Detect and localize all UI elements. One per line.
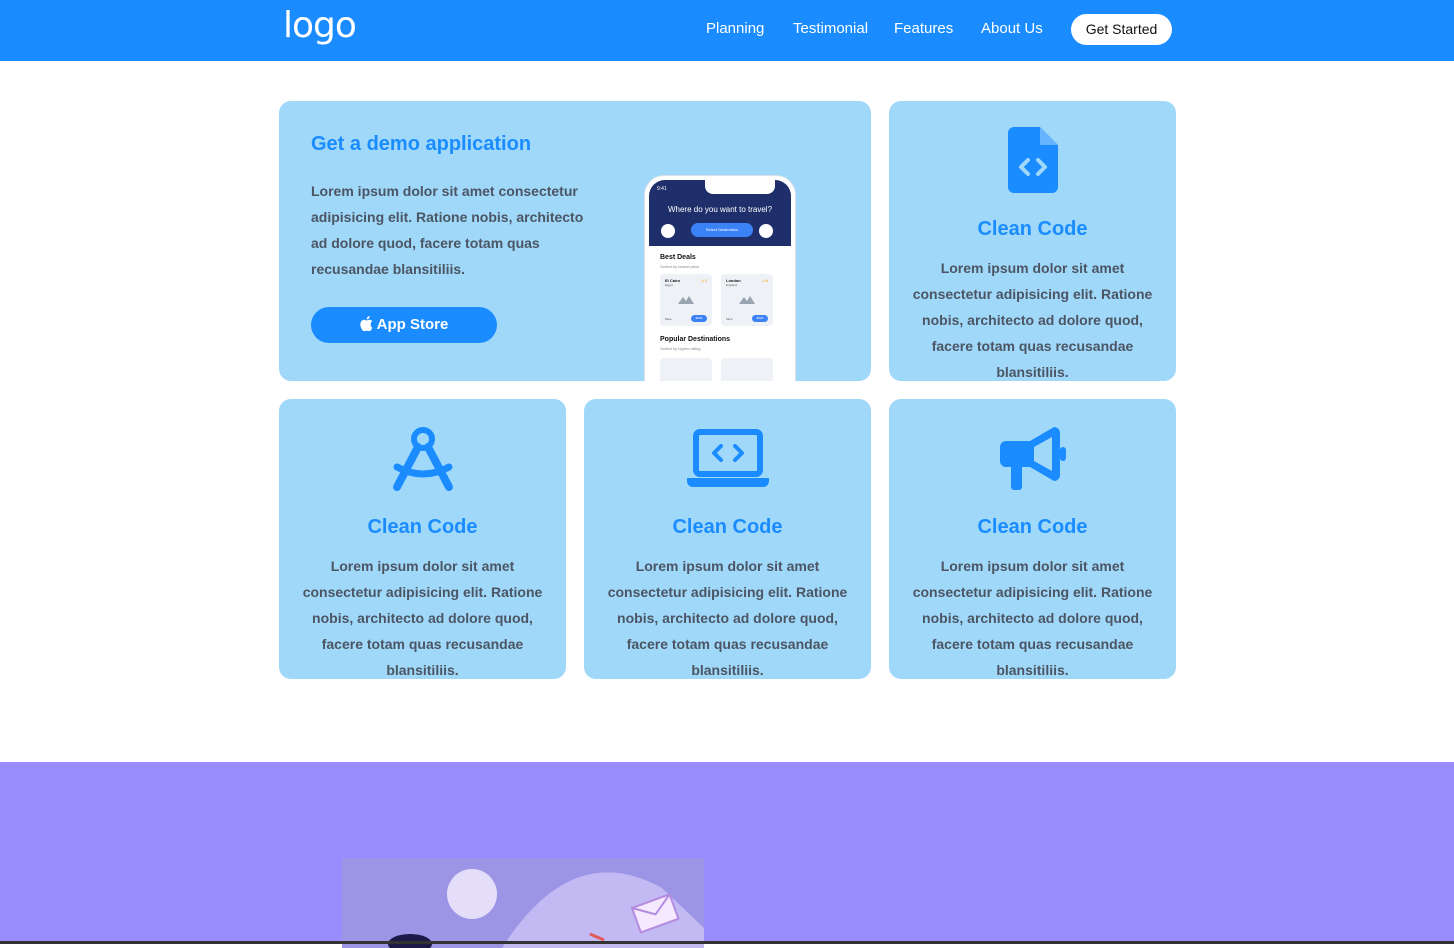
mountain-icon xyxy=(739,296,755,304)
nav-link-features[interactable]: Features xyxy=(894,20,953,38)
top-navbar: logo Planning Testimonial Features About… xyxy=(0,0,1454,61)
feature-card: Clean Code Lorem ipsum dolor sit amet co… xyxy=(889,101,1176,381)
phone-popular: Popular Destinations xyxy=(660,336,731,343)
phone-best-deals-sub: Sorted by lowest price xyxy=(660,264,700,269)
get-started-button[interactable]: Get Started xyxy=(1071,14,1172,45)
phone-menu-icon xyxy=(661,224,675,238)
feature-description: Lorem ipsum dolor sit amet consectetur a… xyxy=(302,558,543,678)
phone-mockup: 9:41 Where do you want to travel? Select… xyxy=(644,175,796,381)
apple-icon xyxy=(359,316,372,332)
mountain-icon xyxy=(678,296,694,304)
app-store-button[interactable]: App Store xyxy=(311,307,497,343)
phone-select-button: Select Destination xyxy=(691,223,753,237)
deal-more: More xyxy=(726,317,733,321)
nav-link-planning[interactable]: Planning xyxy=(706,20,764,38)
deal-more: More xyxy=(665,317,672,321)
megaphone-icon xyxy=(999,427,1066,490)
feature-description: Lorem ipsum dolor sit amet consectetur a… xyxy=(912,558,1153,678)
phone-search-icon xyxy=(759,224,773,238)
demo-app-card: Get a demo application Lorem ipsum dolor… xyxy=(279,101,871,381)
deal-rating: 4.2 xyxy=(701,278,707,283)
deal-price: $520 xyxy=(752,315,768,322)
feature-card: Clean Code Lorem ipsum dolor sit amet co… xyxy=(584,399,871,679)
phone-popular-card xyxy=(660,358,712,381)
deal-rating: 4.6 xyxy=(762,278,768,283)
feature-title: Clean Code xyxy=(977,218,1088,240)
laptop-code-icon xyxy=(686,429,769,487)
feature-title: Clean Code xyxy=(367,516,478,538)
purple-section xyxy=(0,762,1454,948)
feature-title: Clean Code xyxy=(977,516,1088,538)
logo[interactable]: logo xyxy=(283,4,357,48)
deal-price: $340 xyxy=(691,315,707,322)
nav-link-testimonial[interactable]: Testimonial xyxy=(793,20,868,38)
feature-card: Clean Code Lorem ipsum dolor sit amet co… xyxy=(279,399,566,679)
feature-description: Lorem ipsum dolor sit amet consectetur a… xyxy=(912,260,1153,380)
phone-best-deals: Best Deals xyxy=(660,254,696,261)
phone-question: Where do you want to travel? xyxy=(667,205,773,214)
demo-description: Lorem ipsum dolor sit amet consectetur a… xyxy=(311,183,584,277)
contact-illustration xyxy=(342,858,704,948)
feature-title: Clean Code xyxy=(672,516,783,538)
phone-deal-card: London England 4.6 More $520 xyxy=(721,274,773,326)
demo-title: Get a demo application xyxy=(311,133,532,155)
phone-time: 9:41 xyxy=(657,186,667,192)
phone-popular-card xyxy=(721,358,773,381)
deal-country: Egypt xyxy=(665,283,673,287)
envelope-illustration xyxy=(388,869,704,948)
phone-popular-sub: Sorted by higher rating xyxy=(660,346,701,351)
nav-link-about-us[interactable]: About Us xyxy=(981,20,1043,38)
app-store-label: App Store xyxy=(376,316,449,333)
file-code-icon xyxy=(1007,127,1058,193)
feature-card: Clean Code Lorem ipsum dolor sit amet co… xyxy=(889,399,1176,679)
deal-country: England xyxy=(726,283,738,287)
phone-deal-card: El Cairo Egypt 4.2 More $340 xyxy=(660,274,712,326)
compass-drafting-icon xyxy=(392,427,453,491)
feature-description: Lorem ipsum dolor sit amet consectetur a… xyxy=(607,558,848,678)
phone-notch xyxy=(705,180,775,194)
